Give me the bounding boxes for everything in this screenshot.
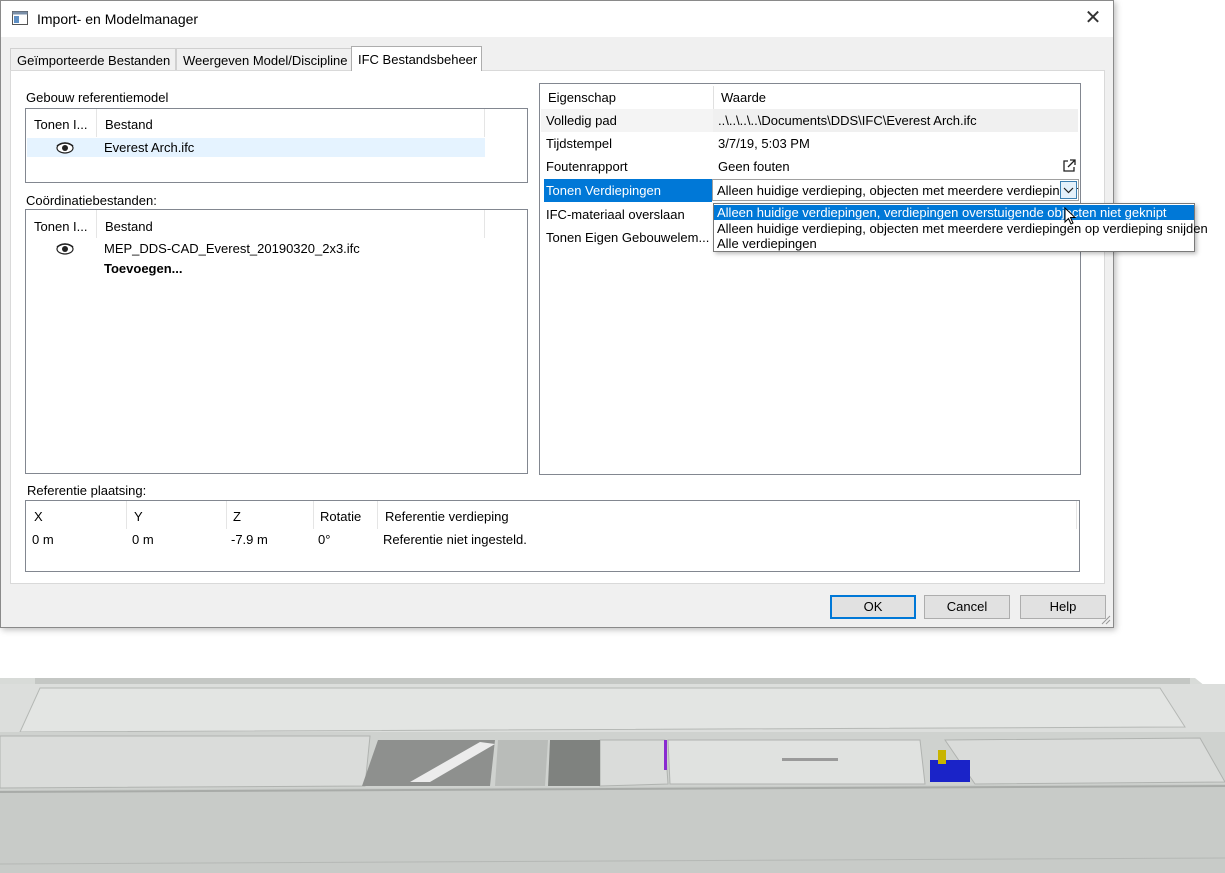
property-value: Geen fouten [718, 159, 790, 174]
dropdown-option[interactable]: Alle verdiepingen [714, 236, 1194, 251]
column-header-file[interactable]: Bestand [105, 219, 153, 234]
tab-ifc-file-management[interactable]: IFC Bestandsbeheer [351, 46, 482, 71]
property-row-full-path[interactable]: Volledig pad ..\..\..\..\Documents\DDS\I… [541, 109, 1078, 132]
resize-grip-icon[interactable] [1099, 613, 1111, 625]
coordination-file-name[interactable]: MEP_DDS-CAD_Everest_20190320_2x3.ifc [104, 241, 360, 256]
combobox-selected-value: Alleen huidige verdieping, objecten met … [717, 183, 1079, 198]
property-column-header: Eigenschap [548, 90, 616, 105]
property-name: Tijdstempel [546, 136, 612, 151]
cell-x[interactable]: 0 m [32, 532, 54, 547]
help-button[interactable]: Help [1020, 595, 1106, 619]
column-header-y[interactable]: Y [134, 509, 143, 524]
column-separator[interactable] [96, 210, 97, 238]
property-name: Tonen Verdiepingen [546, 183, 661, 198]
property-value: ..\..\..\..\Documents\DDS\IFC\Everest Ar… [718, 113, 977, 128]
reference-model-label: Gebouw referentiemodel [26, 90, 169, 105]
chevron-down-icon[interactable] [1060, 181, 1077, 199]
cell-rotation[interactable]: 0° [318, 532, 330, 547]
property-grid[interactable]: Eigenschap Waarde Volledig pad ..\..\..\… [539, 83, 1081, 475]
cell-y[interactable]: 0 m [132, 532, 154, 547]
column-separator[interactable] [484, 109, 485, 137]
tab-display-model-discipline[interactable]: Weergeven Model/Discipline [176, 48, 352, 70]
reference-placement-table[interactable]: X Y Z Rotatie Referentie verdieping 0 m … [25, 500, 1080, 572]
column-separator[interactable] [313, 501, 314, 529]
property-row-timestamp[interactable]: Tijdstempel 3/7/19, 5:03 PM [541, 132, 1078, 155]
building-model-render [0, 678, 1225, 873]
dropdown-option[interactable]: Alleen huidige verdiepingen, verdiepinge… [714, 205, 1194, 220]
mouse-cursor-icon [1064, 207, 1077, 225]
import-model-manager-dialog: Import- en Modelmanager ✕ Geïmporteerde … [0, 0, 1208, 628]
property-header: Eigenschap Waarde [541, 86, 1078, 109]
column-header-rotation[interactable]: Rotatie [320, 509, 361, 524]
column-header-file[interactable]: Bestand [105, 117, 153, 132]
show-storeys-combobox[interactable]: Alleen huidige verdieping, objecten met … [712, 179, 1079, 201]
model-viewport[interactable] [0, 632, 1225, 873]
open-external-icon[interactable] [1062, 159, 1076, 173]
table-row[interactable] [27, 138, 485, 157]
column-header-x[interactable]: X [34, 509, 43, 524]
coordination-files-label: Coördinatiebestanden: [26, 193, 157, 208]
column-separator[interactable] [377, 501, 378, 529]
cell-reference-storey[interactable]: Referentie niet ingesteld. [383, 532, 527, 547]
column-header-z[interactable]: Z [233, 509, 241, 524]
reference-file-name[interactable]: Everest Arch.ifc [104, 140, 194, 155]
title-bar[interactable]: Import- en Modelmanager ✕ [1, 1, 1113, 37]
property-name: Volledig pad [546, 113, 617, 128]
value-column-header: Waarde [721, 90, 767, 105]
coordination-files-list[interactable]: Tonen I... Bestand MEP_DDS-CAD_Everest_2… [25, 209, 528, 474]
reference-placement-label: Referentie plaatsing: [27, 483, 147, 498]
column-separator[interactable] [484, 210, 485, 238]
column-separator[interactable] [226, 501, 227, 529]
cell-z[interactable]: -7.9 m [231, 532, 268, 547]
property-row-error-report[interactable]: Foutenrapport Geen fouten [541, 155, 1078, 178]
add-file-item[interactable]: Toevoegen... [104, 261, 183, 276]
column-header-show[interactable]: Tonen I... [34, 117, 87, 132]
property-value: 3/7/19, 5:03 PM [718, 136, 810, 151]
column-separator[interactable] [126, 501, 127, 529]
show-storeys-dropdown[interactable]: Alleen huidige verdiepingen, verdiepinge… [713, 203, 1208, 252]
property-name: IFC-materiaal overslaan [546, 207, 685, 222]
dropdown-option[interactable]: Alleen huidige verdieping, objecten met … [714, 221, 1208, 236]
column-separator[interactable] [1076, 501, 1077, 529]
cancel-button[interactable]: Cancel [924, 595, 1010, 619]
property-name: Foutenrapport [546, 159, 628, 174]
close-icon[interactable]: ✕ [1081, 7, 1105, 31]
eye-icon[interactable] [56, 142, 74, 154]
column-header-show[interactable]: Tonen I... [34, 219, 87, 234]
ok-button[interactable]: OK [830, 595, 916, 619]
property-name: Tonen Eigen Gebouwelem... [546, 230, 710, 245]
eye-icon[interactable] [56, 243, 74, 255]
reference-model-list[interactable]: Tonen I... Bestand Everest Arch.ifc [25, 108, 528, 183]
column-header-reference-storey[interactable]: Referentie verdieping [385, 509, 509, 524]
app-window-icon [12, 11, 28, 25]
column-separator[interactable] [96, 109, 97, 137]
window-title: Import- en Modelmanager [37, 11, 199, 27]
tab-imported-files[interactable]: Geïmporteerde Bestanden [10, 48, 176, 70]
